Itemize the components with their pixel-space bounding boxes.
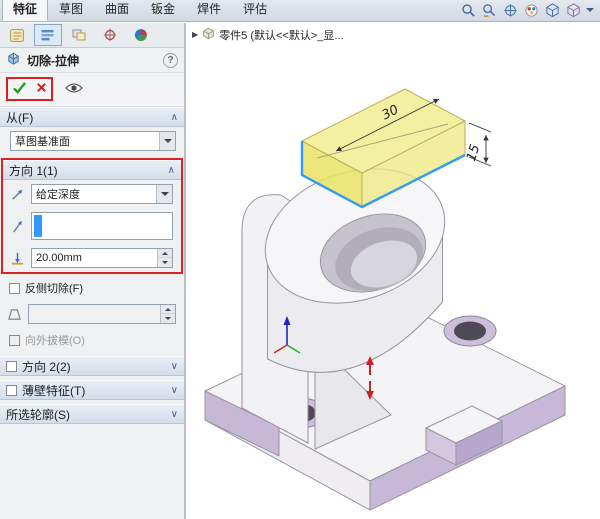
page-title: 切除-拉伸 [27,52,79,69]
end-condition-select[interactable]: 给定深度 [31,184,173,204]
flip-side-row: 反侧切除(F) [0,276,184,300]
configurationmanager-tab-icon[interactable] [65,24,93,46]
panel-tab-strip [0,23,184,48]
spinner-buttons [160,305,175,323]
section-direction2-label: 方向 2(2) [22,358,71,375]
draft-row [0,300,184,328]
confirm-row [0,72,184,107]
end-condition-row: 给定深度 [3,180,181,208]
search-icon[interactable] [460,2,476,18]
tab-sketch[interactable]: 草图 [48,0,94,21]
combo-arrow-icon[interactable] [156,185,172,203]
model-canvas[interactable]: 30 15 [186,23,600,519]
from-plane-value: 草图基准面 [15,133,70,149]
spinner-down-icon[interactable] [158,258,172,267]
tab-weldments[interactable]: 焊件 [186,0,232,21]
tab-surfaces[interactable]: 曲面 [94,0,140,21]
section-direction1-label: 方向 1(1) [9,162,58,179]
part-icon [202,27,215,43]
flip-side-checkbox[interactable] [9,283,20,294]
direction-reference-box[interactable] [31,212,173,240]
depth-spinner[interactable]: 20.00mm [31,248,173,268]
extrude-direction-icon[interactable] [7,219,27,234]
flip-side-label: 反侧切除(F) [25,280,83,296]
spinner-down-icon [161,314,175,323]
chevron-down-icon[interactable] [586,8,594,16]
dimxpertmanager-tab-icon[interactable] [96,24,124,46]
displaymanager-tab-icon[interactable] [127,24,155,46]
section-from-header[interactable]: 从(F) ∧ [0,107,184,127]
depth-row: 20.00mm [3,244,181,272]
featuremanager-tab-icon[interactable] [3,24,31,46]
feature-title-row: 切除-拉伸 ? [0,48,184,72]
draft-outward-label: 向外拔模(O) [25,332,85,348]
quick-tools [460,2,600,21]
property-manager-panel: 切除-拉伸 ? 从(F) ∧ 草图基准面 [0,23,186,519]
cut-extrude-icon [6,51,21,69]
section-direction1-header[interactable]: 方向 1(1) ∧ [3,160,181,180]
section-from-label: 从(F) [6,109,33,126]
annotation-box-confirm [6,77,53,101]
chevron-up-icon[interactable]: ∧ [171,112,178,123]
chevron-up-icon[interactable]: ∧ [168,165,175,176]
spinner-buttons[interactable] [157,249,172,267]
spinner-up-icon[interactable] [158,249,172,258]
spinner-up-icon [161,305,175,314]
draft-outward-row: 向外拔模(O) [0,328,184,352]
tree-part-label[interactable]: 零件5 (默认<<默认>_显... [219,27,343,43]
tab-features[interactable]: 特征 [2,0,48,21]
ok-button[interactable] [12,81,27,97]
selected-edge-chip[interactable] [34,215,42,237]
draft-angle-value [29,305,160,323]
direction2-checkbox[interactable] [6,361,17,372]
flyout-feature-tree[interactable]: ▶ 零件5 (默认<<默认>_显... [192,27,344,43]
draft-angle-spinner [28,304,176,324]
draft-icon[interactable] [4,307,24,322]
chevron-down-icon[interactable]: ∨ [171,361,178,372]
model-hole-right[interactable] [444,316,496,346]
end-condition-value: 给定深度 [36,186,80,202]
tree-expand-icon[interactable]: ▶ [192,31,198,39]
solidworks-window: 特征 草图 曲面 钣金 焊件 评估 [0,0,600,519]
section-direction2-header[interactable]: 方向 2(2) ∨ [0,356,184,376]
draft-outward-checkbox [9,335,20,346]
section-view-icon[interactable] [502,2,518,18]
reverse-direction-icon[interactable] [7,187,27,202]
dimension-height[interactable]: 15 [464,123,491,166]
view-orientation-icon[interactable] [544,2,560,18]
cancel-button[interactable] [36,82,47,96]
chevron-down-icon[interactable]: ∨ [171,385,178,396]
tab-sheet-metal[interactable]: 钣金 [140,0,186,21]
help-icon[interactable]: ? [163,53,178,68]
preview-eye-icon[interactable] [65,82,83,97]
tab-evaluate[interactable]: 评估 [232,0,278,21]
chevron-down-icon[interactable]: ∨ [171,409,178,420]
from-body: 草图基准面 [0,127,184,155]
from-plane-select[interactable]: 草图基准面 [10,131,176,151]
appearance-icon[interactable] [523,2,539,18]
section-selected-contours-header[interactable]: 所选轮廓(S) ∨ [0,404,184,424]
section-thin-feature-label: 薄壁特征(T) [22,382,85,399]
depth-icon [7,251,27,266]
measure-icon[interactable] [481,2,497,18]
ribbon-tab-bar: 特征 草图 曲面 钣金 焊件 评估 [0,0,600,22]
svg-text:15: 15 [464,143,483,163]
depth-value[interactable]: 20.00mm [32,249,157,267]
section-selected-contours-label: 所选轮廓(S) [6,406,70,423]
display-style-icon[interactable] [565,2,581,18]
combo-arrow-icon[interactable] [159,132,175,150]
section-thin-feature-header[interactable]: 薄壁特征(T) ∨ [0,380,184,400]
thin-feature-checkbox[interactable] [6,385,17,396]
direction-reference-row [3,208,181,244]
annotation-box-direction1: 方向 1(1) ∧ 给定深度 [1,158,183,274]
propertymanager-tab-icon[interactable] [34,24,62,46]
graphics-viewport[interactable]: ▶ 零件5 (默认<<默认>_显... [186,23,600,519]
